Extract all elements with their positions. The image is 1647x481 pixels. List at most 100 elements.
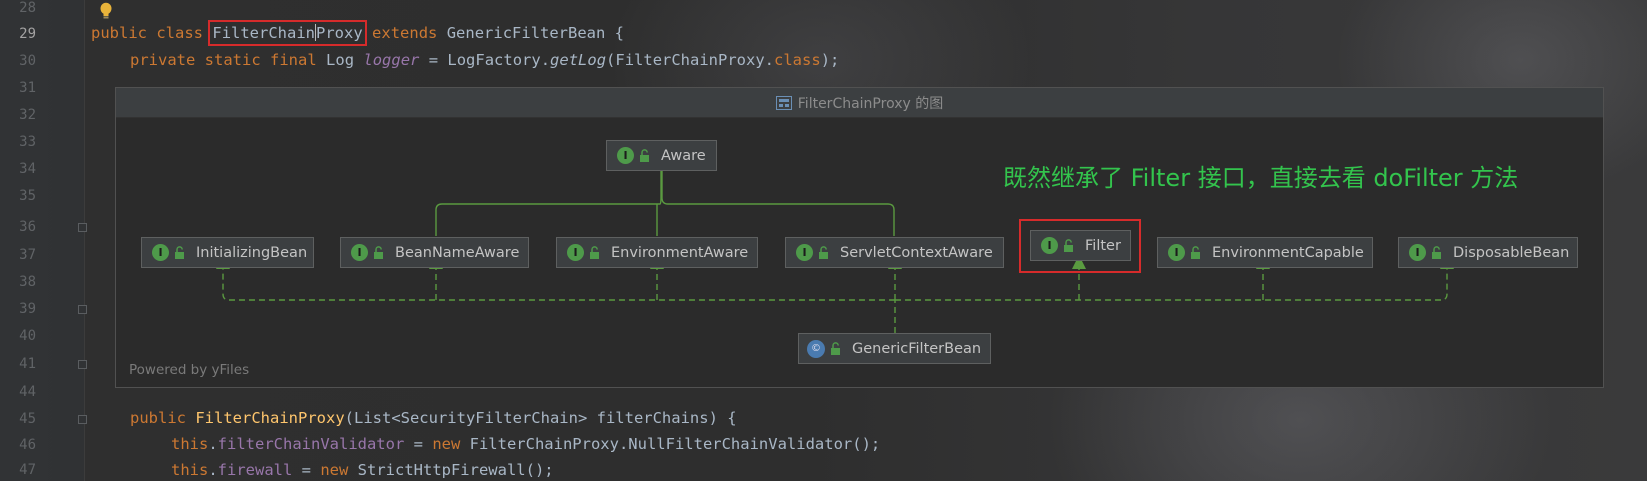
- node-environmentaware[interactable]: I EnvironmentAware: [556, 237, 758, 268]
- node-servletcontextaware[interactable]: I ServletContextAware: [785, 237, 1004, 268]
- node-beannameaware[interactable]: I BeanNameAware: [340, 237, 529, 268]
- line-number: 40: [19, 328, 36, 344]
- line-number: 30: [19, 53, 36, 69]
- keyword: private: [130, 51, 196, 69]
- fold-marker-icon[interactable]: [78, 415, 87, 424]
- code-line-30[interactable]: private static final Log logger = LogFac…: [130, 51, 839, 69]
- code-text: StrictHttpFirewall();: [348, 461, 554, 479]
- node-filter[interactable]: I Filter: [1030, 230, 1131, 261]
- field-name: logger: [363, 51, 420, 69]
- unlock-icon: [1191, 245, 1200, 259]
- field-name: filterChainValidator: [217, 435, 405, 453]
- line-number: 34: [19, 161, 36, 177]
- keyword: class: [774, 51, 821, 69]
- interface-icon: I: [152, 244, 169, 261]
- code-line-46[interactable]: this.filterChainValidator = new FilterCh…: [171, 435, 880, 453]
- keyword: final: [270, 51, 317, 69]
- diagram-popup[interactable]: FilterChainProxy 的图 I Aware I Initializi…: [115, 87, 1604, 388]
- node-label: InitializingBean: [196, 244, 308, 261]
- keyword: new: [432, 435, 461, 453]
- node-disposablebean[interactable]: I DisposableBean: [1398, 237, 1578, 268]
- powered-by-label: Powered by yFiles: [129, 362, 250, 378]
- fold-marker-icon[interactable]: [78, 223, 87, 232]
- node-label: DisposableBean: [1453, 244, 1570, 261]
- code-text: =: [292, 461, 321, 479]
- edge-to-disposablebean: [895, 269, 1448, 301]
- line-number: 39: [19, 301, 36, 317]
- code-text: = LogFactory.: [419, 51, 551, 69]
- edge-to-initializingbean: [222, 269, 895, 301]
- type-name: Log: [326, 51, 355, 69]
- code-text: (List<SecurityFilterChain> filterChains)…: [344, 409, 737, 427]
- line-number: 32: [19, 107, 36, 123]
- code-line-29[interactable]: public class FilterChainProxy extends Ge…: [91, 20, 625, 46]
- keyword: public: [130, 409, 186, 427]
- line-number: 45: [19, 411, 36, 427]
- node-label: Filter: [1085, 237, 1121, 254]
- line-number: 31: [19, 80, 36, 96]
- line-number: 44: [19, 384, 36, 400]
- class-name-part: Proxy: [316, 24, 363, 42]
- interface-icon: I: [617, 147, 634, 164]
- line-number: 35: [19, 188, 36, 204]
- node-initializingbean[interactable]: I InitializingBean: [141, 237, 314, 268]
- interface-icon: I: [567, 244, 584, 261]
- line-number: 33: [19, 134, 36, 150]
- line-number: 46: [19, 437, 36, 453]
- code-text: =: [404, 435, 433, 453]
- fold-marker-icon[interactable]: [78, 305, 87, 314]
- node-label: BeanNameAware: [395, 244, 520, 261]
- keyword: class: [156, 24, 204, 42]
- edge-beannameaware-aware: [435, 170, 662, 236]
- edge-servletcontextaware-aware: [661, 170, 895, 236]
- editor-gutter[interactable]: 28 29 30 31 32 33 34 35 36 37 38 39 40 4…: [0, 0, 87, 481]
- class-name-part: FilterChain: [212, 24, 316, 42]
- node-genericfilterbean[interactable]: © GenericFilterBean: [798, 333, 991, 364]
- annotation-text: 既然继承了 Filter 接口，直接去看 doFilter 方法: [1003, 164, 1519, 192]
- unlock-icon: [175, 245, 184, 259]
- line-number: 37: [19, 247, 36, 263]
- unlock-icon: [1064, 238, 1073, 252]
- line-number: 28: [19, 0, 36, 16]
- keyword: new: [320, 461, 349, 479]
- method-name: getLog: [550, 51, 607, 69]
- line-number: 36: [19, 219, 36, 235]
- line-number: 47: [19, 462, 36, 478]
- code-line-45[interactable]: public FilterChainProxy(List<SecurityFil…: [130, 409, 737, 427]
- constructor-name: FilterChainProxy: [195, 409, 345, 427]
- parent-class: GenericFilterBean {: [446, 24, 625, 42]
- code-text: .: [208, 435, 218, 453]
- keyword: this: [171, 435, 209, 453]
- keyword: static: [204, 51, 261, 69]
- unlock-icon: [831, 341, 840, 355]
- line-number: 41: [19, 356, 36, 372]
- code-line-47[interactable]: this.firewall = new StrictHttpFirewall()…: [171, 461, 554, 479]
- interface-icon: I: [1168, 244, 1185, 261]
- node-label: ServletContextAware: [840, 244, 993, 261]
- interface-icon: I: [796, 244, 813, 261]
- fold-marker-icon[interactable]: [78, 360, 87, 369]
- lightbulb-icon[interactable]: [99, 2, 113, 20]
- node-label: EnvironmentAware: [611, 244, 749, 261]
- node-environmentcapable[interactable]: I EnvironmentCapable: [1157, 237, 1373, 268]
- unlock-icon: [590, 245, 599, 259]
- interface-icon: I: [1041, 237, 1058, 254]
- code-text: FilterChainProxy.NullFilterChainValidato…: [460, 435, 881, 453]
- field-name: firewall: [217, 461, 293, 479]
- node-label: GenericFilterBean: [852, 340, 982, 357]
- unlock-icon: [374, 245, 383, 259]
- interface-icon: I: [351, 244, 368, 261]
- unlock-icon: [1432, 245, 1441, 259]
- node-aware[interactable]: I Aware: [606, 140, 717, 171]
- abstract-class-icon: ©: [807, 339, 825, 358]
- keyword: extends: [372, 24, 438, 42]
- line-number: 38: [19, 274, 36, 290]
- code-text: .: [208, 461, 218, 479]
- keyword: public: [91, 24, 147, 42]
- class-name-highlighted[interactable]: FilterChainProxy: [208, 20, 367, 46]
- unlock-icon: [819, 245, 828, 259]
- code-text: );: [820, 51, 840, 69]
- node-label: EnvironmentCapable: [1212, 244, 1364, 261]
- interface-icon: I: [1409, 244, 1426, 261]
- unlock-icon: [640, 148, 649, 162]
